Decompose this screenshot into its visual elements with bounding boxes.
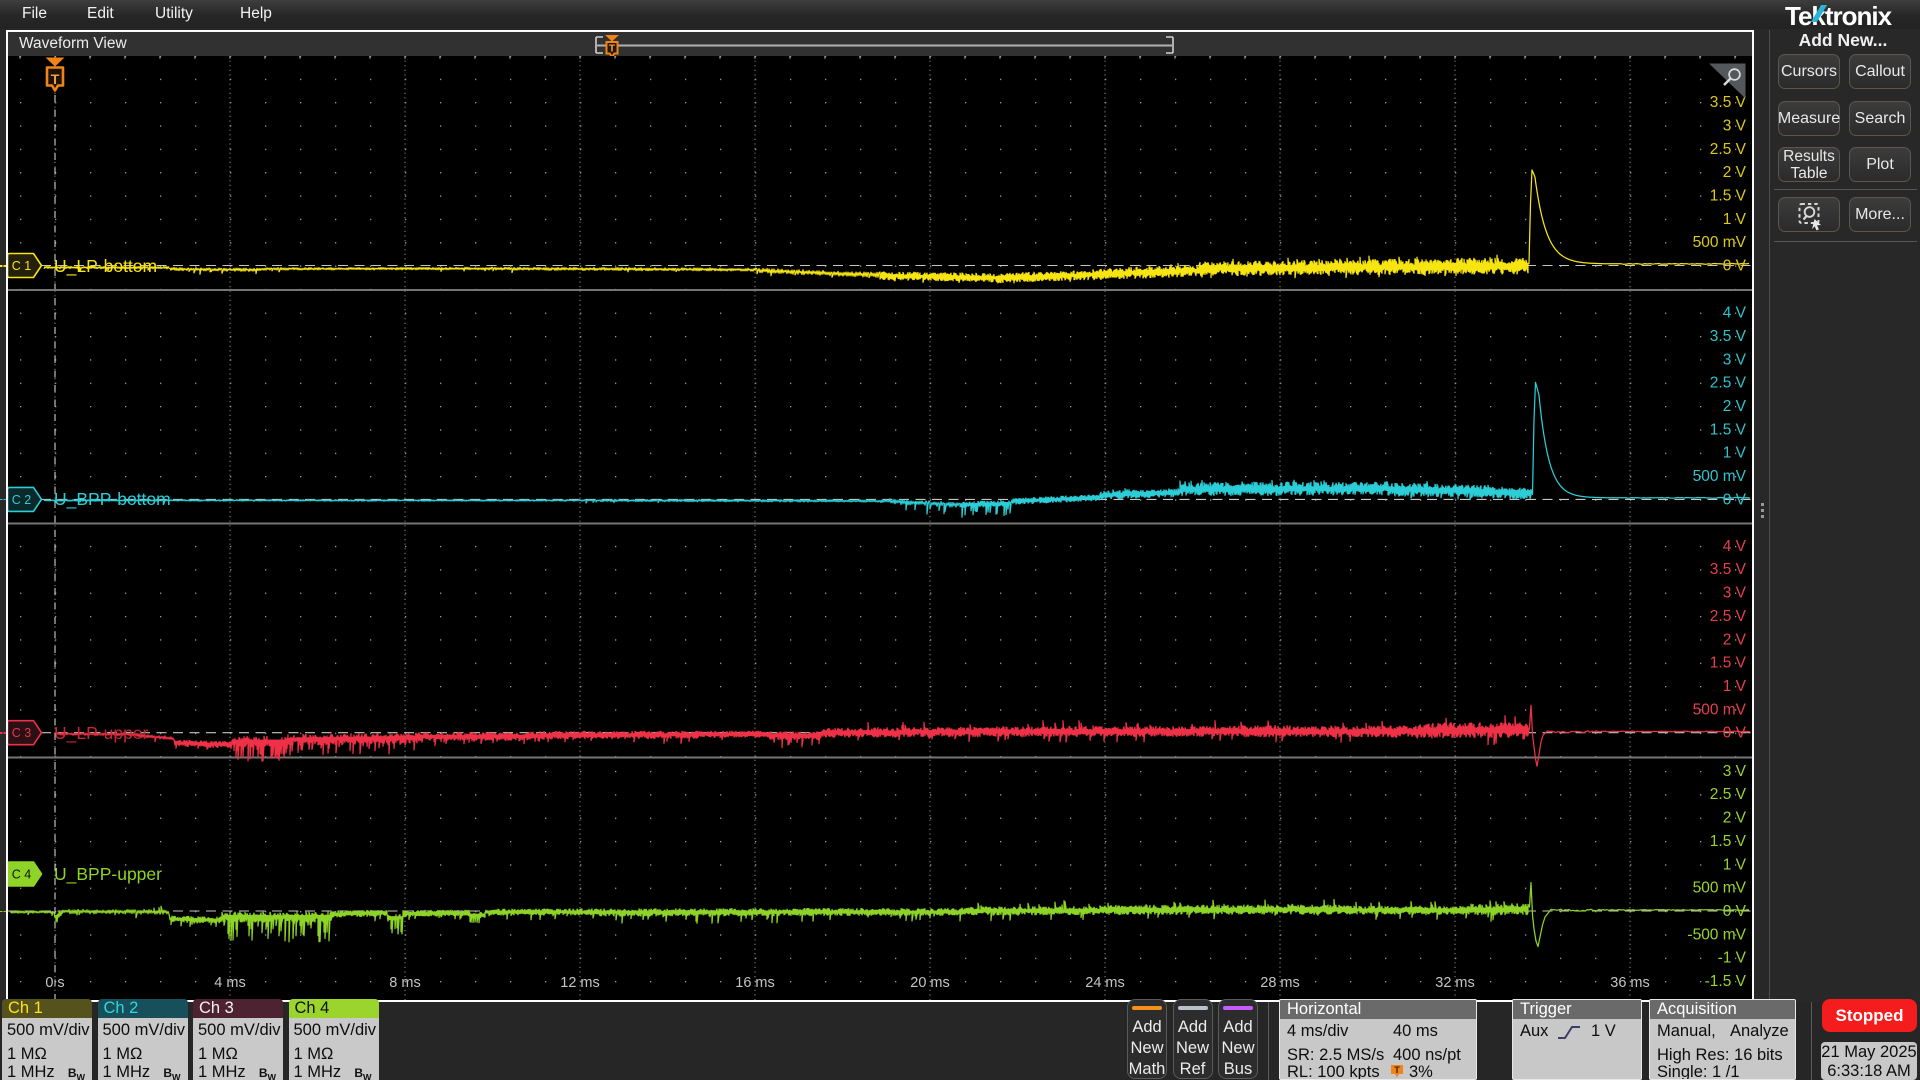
- svg-text:-1.5 V: -1.5 V: [1705, 973, 1747, 990]
- svg-text:C 1: C 1: [12, 259, 32, 273]
- svg-text:-500 mV: -500 mV: [1687, 926, 1746, 943]
- svg-text:3 V: 3 V: [1723, 763, 1747, 780]
- svg-text:1 V: 1 V: [1723, 856, 1747, 873]
- svg-text:2 V: 2 V: [1723, 164, 1747, 181]
- svg-text:4 ms: 4 ms: [214, 975, 245, 991]
- svg-text:500 mV: 500 mV: [1693, 468, 1747, 485]
- svg-text:T: T: [1394, 1065, 1400, 1075]
- svg-text:C 4: C 4: [12, 868, 32, 882]
- svg-text:1.5 V: 1.5 V: [1710, 421, 1747, 438]
- svg-text:C 2: C 2: [12, 493, 32, 507]
- svg-text:28 ms: 28 ms: [1260, 975, 1300, 991]
- svg-text:20 ms: 20 ms: [910, 975, 950, 991]
- svg-text:3 V: 3 V: [1723, 351, 1747, 368]
- svg-text:500 mV: 500 mV: [1693, 701, 1747, 718]
- svg-text:3.5 V: 3.5 V: [1710, 328, 1747, 345]
- svg-text:-1 V: -1 V: [1718, 950, 1747, 967]
- svg-text:16 ms: 16 ms: [735, 975, 775, 991]
- svg-text:1.5 V: 1.5 V: [1710, 187, 1747, 204]
- svg-text:4 V: 4 V: [1723, 538, 1747, 555]
- svg-text:0 V: 0 V: [1723, 491, 1747, 508]
- svg-text:0 V: 0 V: [1723, 903, 1747, 920]
- svg-text:U_LP-upper: U_LP-upper: [54, 723, 149, 744]
- svg-text:U_BPP-upper: U_BPP-upper: [54, 864, 162, 885]
- svg-text:T: T: [609, 43, 616, 55]
- svg-text:1 V: 1 V: [1723, 445, 1747, 462]
- svg-text:24 ms: 24 ms: [1085, 975, 1125, 991]
- svg-text:2 V: 2 V: [1723, 810, 1747, 827]
- svg-text:32 ms: 32 ms: [1435, 975, 1475, 991]
- svg-text:8 ms: 8 ms: [389, 975, 420, 991]
- svg-text:1 V: 1 V: [1723, 678, 1747, 695]
- svg-text:2 V: 2 V: [1723, 631, 1747, 648]
- svg-text:2.5 V: 2.5 V: [1710, 375, 1747, 392]
- svg-text:500 mV: 500 mV: [1693, 234, 1747, 251]
- svg-text:T: T: [51, 71, 60, 87]
- svg-text:2 V: 2 V: [1723, 398, 1747, 415]
- svg-text:36 ms: 36 ms: [1610, 975, 1650, 991]
- svg-text:4 V: 4 V: [1723, 305, 1747, 322]
- svg-text:2.5 V: 2.5 V: [1710, 608, 1747, 625]
- svg-text:U_BPP-bottom: U_BPP-bottom: [54, 489, 171, 510]
- svg-text:C 3: C 3: [12, 726, 32, 740]
- svg-text:0 V: 0 V: [1723, 258, 1747, 275]
- svg-text:0 V: 0 V: [1723, 725, 1747, 742]
- svg-text:U_LP-bottom: U_LP-bottom: [54, 256, 157, 277]
- svg-text:2.5 V: 2.5 V: [1710, 786, 1747, 803]
- svg-text:3 V: 3 V: [1723, 117, 1747, 134]
- svg-text:1 V: 1 V: [1723, 211, 1747, 228]
- svg-text:0 s: 0 s: [45, 975, 64, 991]
- svg-text:3 V: 3 V: [1723, 585, 1747, 602]
- svg-text:12 ms: 12 ms: [560, 975, 600, 991]
- svg-text:1.5 V: 1.5 V: [1710, 655, 1747, 672]
- svg-text:1.5 V: 1.5 V: [1710, 833, 1747, 850]
- svg-text:500 mV: 500 mV: [1693, 880, 1747, 897]
- svg-text:3.5 V: 3.5 V: [1710, 94, 1747, 111]
- svg-text:2.5 V: 2.5 V: [1710, 141, 1747, 158]
- svg-text:3.5 V: 3.5 V: [1710, 561, 1747, 578]
